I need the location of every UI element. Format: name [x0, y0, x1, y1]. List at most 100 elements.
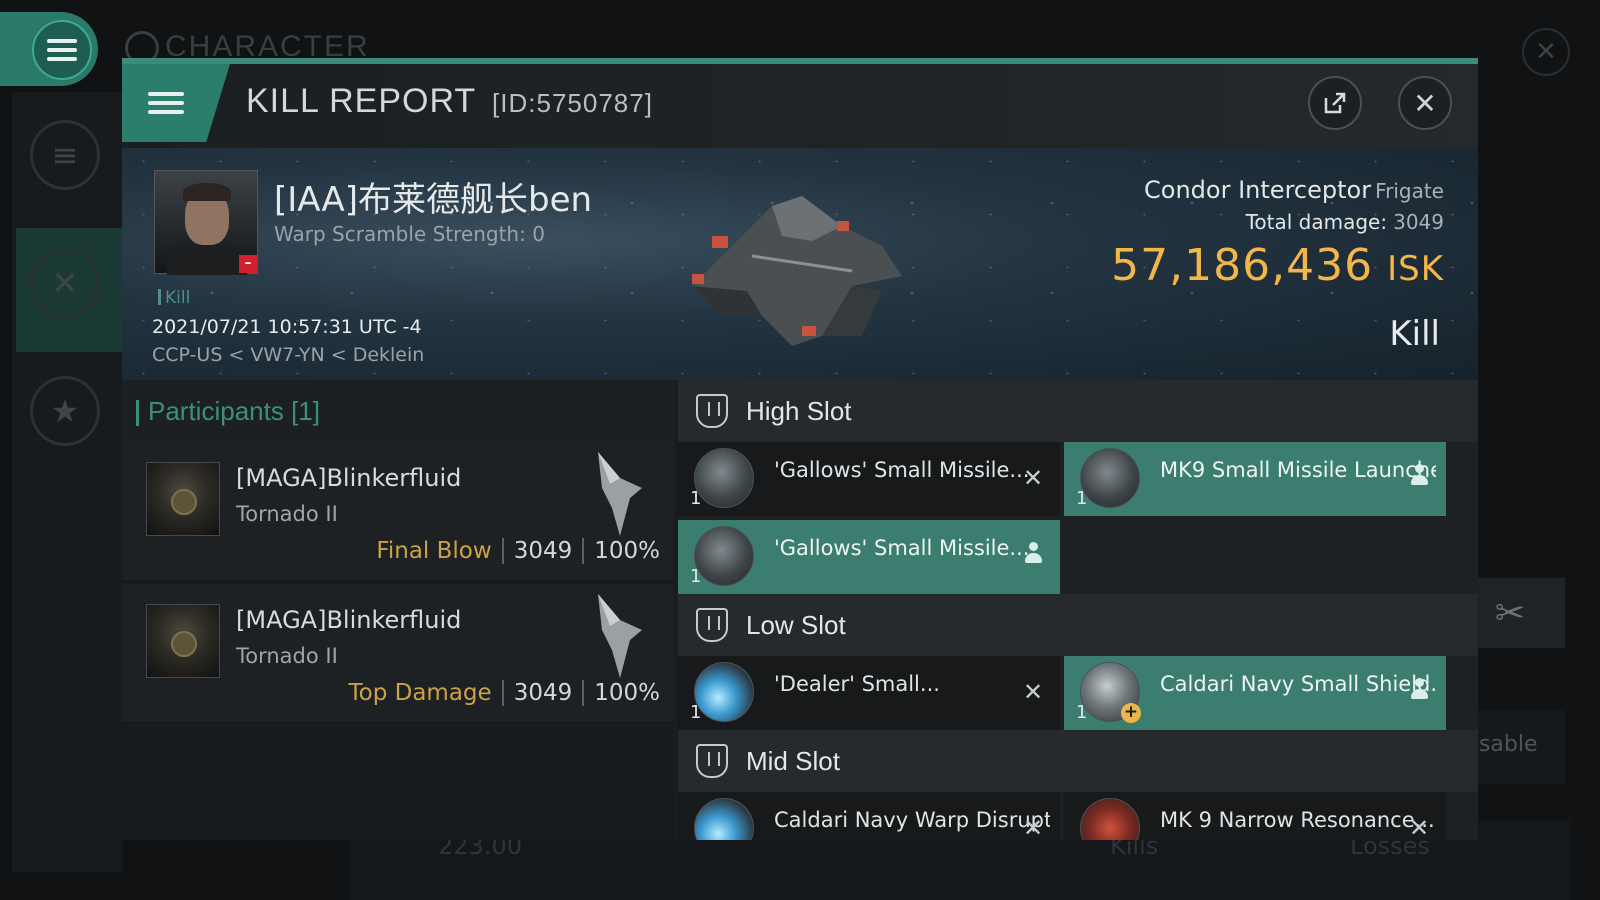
module-name: 'Dealer' Small... [774, 672, 940, 696]
total-damage-value: 3049 [1393, 210, 1444, 234]
dialog-title-text: KILL REPORT [246, 82, 476, 120]
main-menu-button[interactable] [0, 12, 98, 86]
module-item[interactable]: 1 MK 9 Narrow Resonance... ✕ [1064, 792, 1446, 840]
participants-label: Participants [1] [136, 396, 320, 426]
close-button[interactable]: ✕ [1398, 76, 1452, 130]
module-quantity: 1 [1076, 488, 1088, 509]
participant-ship-icon [598, 594, 642, 678]
background-close-icon[interactable]: ✕ [1522, 28, 1570, 76]
participant-row[interactable]: [MAGA]Blinkerfluid Tornado II Top Damage… [122, 584, 674, 724]
participant-damage: 3049 [513, 538, 573, 564]
victim-name[interactable]: [IAA]布莱德舰长ben [274, 172, 592, 221]
kill-report-dialog: KILL REPORT [ID:5750787] ✕ – [IAA]布莱德舰长b… [122, 58, 1478, 840]
participant-row[interactable]: [MAGA]Blinkerfluid Tornado II Final Blow… [122, 442, 674, 582]
module-item[interactable]: 1 MK9 Small Missile Launcher [1064, 442, 1446, 516]
module-item[interactable]: 1 'Dealer' Small... ✕ [678, 656, 1060, 730]
participant-damage: 3049 [513, 680, 573, 706]
victim-ship[interactable]: Condor Interceptor Frigate [1144, 176, 1444, 204]
close-icon: ✕ [1413, 86, 1437, 120]
dialog-header: KILL REPORT [ID:5750787] ✕ [122, 64, 1478, 148]
minus-badge-icon: – [239, 255, 257, 273]
participant-ship: Tornado II [236, 644, 338, 668]
participant-role: Final Blow [376, 538, 492, 564]
victim-banner: – [IAA]布莱德舰长ben Warp Scramble Strength: … [122, 148, 1478, 380]
module-item[interactable]: 1 'Gallows' Small Missile... [678, 520, 1060, 594]
destroyed-icon: ✕ [1022, 464, 1044, 492]
missile-launcher-icon [694, 448, 754, 508]
module-name: MK 9 Narrow Resonance... [1160, 808, 1435, 832]
total-damage: Total damage: 3049 [1246, 210, 1444, 234]
module-name: 'Gallows' Small Missile... [774, 536, 1030, 560]
destroyed-icon: ✕ [1408, 814, 1430, 840]
module-item[interactable]: 1 'Gallows' Small Missile... ✕ [678, 442, 1060, 516]
participant-percent: 100% [594, 538, 660, 564]
ballistic-control-icon [694, 662, 754, 722]
module-quantity: 1 [1076, 838, 1087, 840]
high-slot-header: High Slot [678, 380, 1478, 442]
module-quantity: 1 [690, 488, 702, 509]
destroyed-icon: ✕ [1022, 814, 1044, 840]
warp-disruptor-icon [694, 798, 754, 840]
module-quantity: 1 [690, 702, 702, 723]
avatar [146, 604, 220, 678]
module-name: Caldari Navy Small Shield... [1160, 672, 1436, 696]
low-slot-header: Low Slot [678, 594, 1478, 656]
kill-location[interactable]: CCP-US < VW7-YN < Deklein [152, 344, 424, 366]
shield-extender-icon: + [1080, 662, 1141, 723]
menu-icon [148, 92, 184, 114]
participant-stats: Final Blow 3049 100% [376, 538, 660, 564]
ship-class: Frigate [1375, 179, 1444, 203]
participant-percent: 100% [594, 680, 660, 706]
dialog-menu-button[interactable] [122, 64, 230, 142]
dialog-title: KILL REPORT [ID:5750787] [246, 82, 653, 121]
high-slot-label: High Slot [746, 396, 852, 426]
mid-slot-label: Mid Slot [746, 746, 840, 776]
background-sidebar [12, 92, 122, 872]
participant-ship: Tornado II [236, 502, 338, 526]
mid-slot-header: Mid Slot [678, 730, 1478, 792]
crossed-swords-icon[interactable]: ✕ [30, 248, 100, 318]
resonance-icon [1080, 798, 1140, 840]
fittings-panel: High Slot 1 'Gallows' Small Missile... ✕… [678, 380, 1478, 840]
module-name: Caldari Navy Warp Disruptor [774, 808, 1050, 832]
module-quantity: 1 [690, 838, 701, 840]
participants-panel: Participants [1] [MAGA]Blinkerfluid Torn… [122, 380, 674, 840]
module-name: MK9 Small Missile Launcher [1160, 458, 1436, 482]
missile-launcher-icon [1080, 448, 1140, 508]
kill-report-id: [ID:5750787] [492, 88, 653, 118]
slot-icon [696, 744, 728, 778]
total-damage-label: Total damage: [1245, 210, 1388, 234]
destroyed-icon: ✕ [1022, 678, 1044, 706]
victim-portrait[interactable]: – [154, 170, 258, 275]
participant-role: Top Damage [348, 680, 492, 706]
slot-icon [696, 608, 728, 642]
kill-datetime: 2021/07/21 10:57:31 UTC -4 [152, 316, 422, 338]
list-icon[interactable]: ≡ [30, 120, 100, 190]
module-item[interactable]: 1 Caldari Navy Warp Disruptor ✕ [678, 792, 1060, 840]
warp-scramble-strength: Warp Scramble Strength: 0 [274, 222, 545, 246]
module-quantity: 1 [690, 566, 702, 587]
participant-name: [MAGA]Blinkerfluid [236, 606, 462, 634]
share-icon [1324, 92, 1346, 114]
isk-unit: ISK [1387, 249, 1444, 289]
victim-ship-image[interactable] [652, 166, 922, 356]
module-item[interactable]: + 1 Caldari Navy Small Shield... [1064, 656, 1446, 730]
isk-amount: 57,186,436 [1111, 240, 1374, 291]
avatar [146, 462, 220, 536]
star-icon[interactable]: ★ [30, 376, 100, 446]
module-name: 'Gallows' Small Missile... [774, 458, 1030, 482]
module-quantity: 1 [1076, 702, 1088, 723]
result-label: Kill [1389, 314, 1440, 354]
participant-stats: Top Damage 3049 100% [348, 680, 660, 706]
kill-tag: Kill [158, 288, 190, 308]
share-button[interactable] [1308, 76, 1362, 130]
isk-value: 57,186,436 ISK [1111, 240, 1444, 291]
ship-name: Condor Interceptor [1144, 176, 1372, 204]
participant-name: [MAGA]Blinkerfluid [236, 464, 462, 492]
low-slot-label: Low Slot [746, 610, 846, 640]
missile-launcher-icon [694, 526, 754, 586]
participant-ship-icon [598, 452, 642, 536]
dropped-icon [1406, 678, 1432, 706]
dropped-icon [1406, 464, 1432, 492]
menu-icon [32, 20, 92, 80]
